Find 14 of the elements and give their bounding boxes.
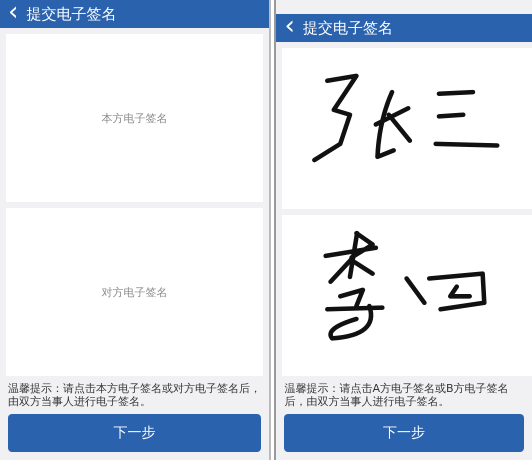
pad-label: 对方电子签名 [102, 284, 168, 300]
next-button[interactable]: 下一步 [284, 414, 524, 452]
pad-label: 本方电子签名 [102, 110, 168, 126]
hint-text: 温馨提示：请点击本方电子签名或对方电子签名后，由双方当事人进行电子签名。 [7, 381, 262, 410]
signature-pad[interactable] [282, 48, 532, 209]
back-icon[interactable]: ‹ [8, 0, 18, 25]
screen-title: 提交电子签名 [302, 18, 393, 38]
signature-pad[interactable]: 对方电子签名 [6, 208, 264, 376]
signature-pad[interactable]: 本方电子签名 [6, 34, 264, 202]
hint-text: 温馨提示：请点击A方电子签名或B方电子签名后，由双方当事人进行电子签名。 [283, 381, 510, 410]
screen-title: 提交电子签名 [26, 4, 116, 24]
next-button[interactable]: 下一步 [8, 414, 262, 452]
signature-pad[interactable] [282, 215, 532, 376]
back-icon[interactable]: ‹ [284, 13, 295, 39]
